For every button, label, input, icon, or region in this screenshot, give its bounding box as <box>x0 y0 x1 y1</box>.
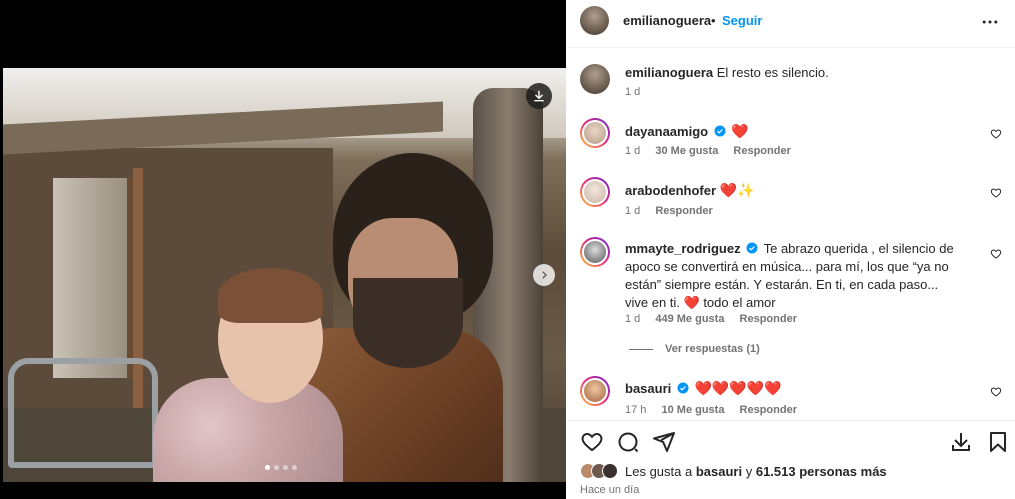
download-icon[interactable] <box>949 430 973 454</box>
comment-text: ❤️ <box>731 123 749 139</box>
separator-dot: • <box>711 13 716 28</box>
likes-count[interactable]: 61.513 personas más <box>756 464 887 479</box>
post-timestamp: Hace un día <box>580 484 640 496</box>
download-button[interactable] <box>526 83 552 109</box>
heart-icon[interactable] <box>990 128 1002 140</box>
reply-button[interactable]: Responder <box>740 404 797 416</box>
more-icon[interactable] <box>980 12 1000 32</box>
caption-text: El resto es silencio. <box>716 65 829 80</box>
heart-icon[interactable] <box>990 386 1002 398</box>
carousel-dot <box>265 465 270 470</box>
caption-age: 1 d <box>625 86 641 98</box>
comment-likes[interactable]: 10 Me gusta <box>661 404 724 416</box>
comment-age: 1 d <box>625 313 641 325</box>
carousel-dots <box>265 465 297 470</box>
chevron-right-icon <box>542 271 547 279</box>
reply-button[interactable]: Responder <box>655 205 712 217</box>
save-icon[interactable] <box>986 430 1010 454</box>
author-username[interactable]: emilianoguera <box>623 13 711 28</box>
follow-button[interactable]: Seguir <box>722 13 762 28</box>
comment-username[interactable]: mmayte_rodriguez <box>625 241 741 256</box>
instagram-post-modal: emilianoguera • Seguir emilianoguera El … <box>0 0 1015 499</box>
verified-icon <box>677 382 689 394</box>
post-panel: emilianoguera • Seguir emilianoguera El … <box>566 0 1015 499</box>
comment-likes[interactable]: 449 Me gusta <box>655 313 724 325</box>
comment-text: ❤️❤️❤️❤️❤️ <box>694 380 782 396</box>
comment-age: 1 d <box>625 145 641 157</box>
heart-icon[interactable] <box>990 248 1002 260</box>
liker-avatars <box>580 463 618 479</box>
likes-summary: Les gusta a basauri y 61.513 personas má… <box>580 463 887 479</box>
avatar[interactable] <box>580 237 610 267</box>
next-media-button[interactable] <box>533 264 555 286</box>
share-icon[interactable] <box>652 430 676 454</box>
verified-icon <box>714 125 726 137</box>
caption-username[interactable]: emilianoguera <box>625 65 713 80</box>
verified-icon <box>746 242 758 254</box>
download-icon <box>534 90 544 102</box>
comment-age: 1 d <box>625 205 641 217</box>
comment-username[interactable]: dayanaamigo <box>625 124 708 139</box>
avatar[interactable] <box>580 177 610 207</box>
avatar[interactable] <box>580 118 610 148</box>
avatar <box>602 463 618 479</box>
like-heart-icon[interactable] <box>580 430 604 454</box>
avatar[interactable] <box>580 376 610 406</box>
media-pane <box>0 0 566 499</box>
comment-age: 17 h <box>625 404 647 416</box>
post-header: emilianoguera • Seguir <box>566 0 1015 48</box>
carousel-dot <box>274 465 279 470</box>
post-actions <box>566 420 1015 460</box>
comment-text: ❤️✨ <box>719 182 755 198</box>
post-photo[interactable] <box>3 68 566 482</box>
view-replies-button[interactable]: Ver respuestas (1) <box>629 343 760 355</box>
avatar[interactable] <box>580 6 609 35</box>
liker-username[interactable]: basauri <box>696 464 742 479</box>
reply-button[interactable]: Responder <box>733 145 790 157</box>
heart-icon[interactable] <box>990 187 1002 199</box>
carousel-dot <box>292 465 297 470</box>
comment-icon[interactable] <box>616 430 640 454</box>
comment-username[interactable]: arabodenhofer <box>625 183 716 198</box>
reply-button[interactable]: Responder <box>740 313 797 325</box>
avatar[interactable] <box>580 64 610 94</box>
comment-username[interactable]: basauri <box>625 381 671 396</box>
carousel-dot <box>283 465 288 470</box>
comment-likes[interactable]: 30 Me gusta <box>655 145 718 157</box>
